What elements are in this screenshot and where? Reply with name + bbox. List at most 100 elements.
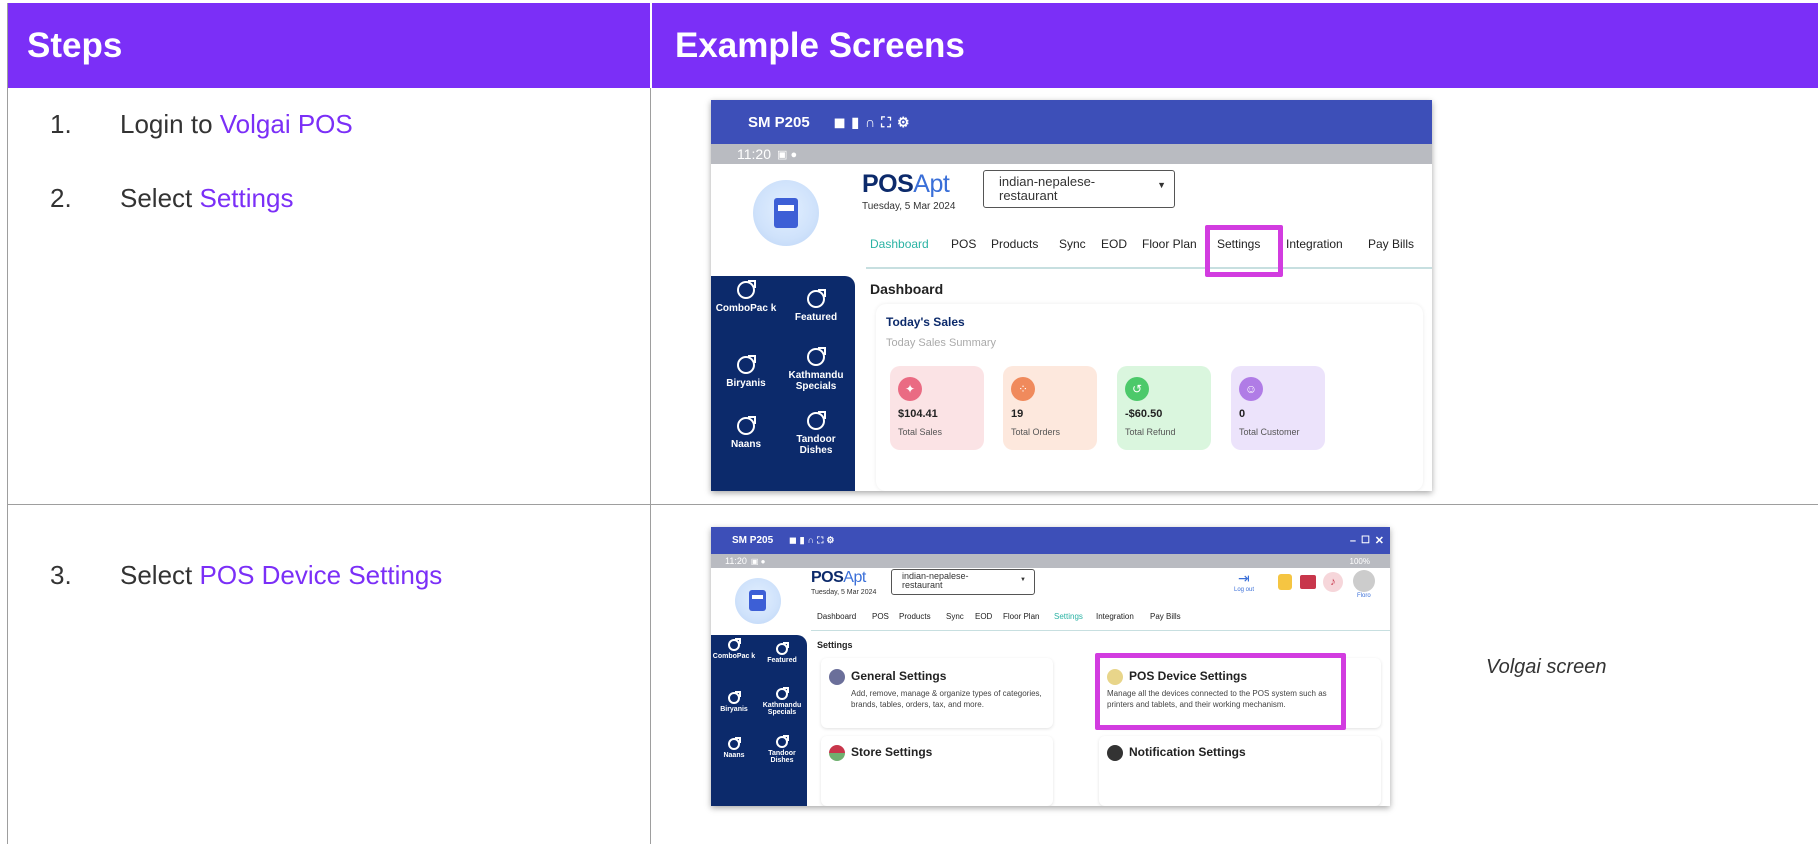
battery-level: 100% <box>1349 556 1370 566</box>
pie-chart-icon <box>728 737 741 750</box>
step-text: Select <box>120 560 200 590</box>
pie-chart-icon <box>776 735 789 748</box>
avatar[interactable] <box>1353 570 1375 592</box>
store-settings-card[interactable]: Store Settings <box>821 736 1053 806</box>
tab-pay-bills[interactable]: Pay Bills <box>1368 237 1414 251</box>
pie-chart-icon <box>728 638 741 651</box>
tab-products[interactable]: Products <box>991 237 1038 251</box>
category-featured[interactable]: Featured <box>759 642 805 664</box>
volgai-pos-link[interactable]: Volgai POS <box>220 109 353 139</box>
settings-screenshot: SM P205 ◼▮∩⛶⚙ – ☐ ✕ 11:20 ▣ ● 100% POSAp… <box>711 527 1390 806</box>
tab-products[interactable]: Products <box>899 612 931 621</box>
chevron-down-icon: ▼ <box>1157 180 1166 190</box>
pos-app-icon <box>753 180 819 246</box>
store-select[interactable]: indian-nepalese-restaurant ▼ <box>983 170 1175 208</box>
store-icon[interactable] <box>1300 575 1316 589</box>
category-combopack[interactable]: ComboPac k <box>712 638 756 660</box>
pie-chart-icon <box>776 687 789 700</box>
tab-dashboard[interactable]: Dashboard <box>817 612 856 621</box>
pie-chart-icon <box>807 289 826 308</box>
device-name: SM P205 <box>732 535 774 546</box>
pie-chart-icon <box>728 691 741 704</box>
tab-settings[interactable]: Settings <box>1054 612 1083 621</box>
fullscreen-icon[interactable]: ⛶ <box>881 114 897 130</box>
total-refund-value: -$60.50 <box>1125 408 1163 420</box>
bell-icon[interactable]: ♪ <box>1323 572 1343 592</box>
pie-chart-icon <box>737 416 756 435</box>
store-select-value: indian-nepalese-restaurant <box>999 174 1096 203</box>
settings-link[interactable]: Settings <box>200 183 294 213</box>
camera-icon[interactable]: ◼ <box>834 114 852 130</box>
tab-integration[interactable]: Integration <box>1286 237 1343 251</box>
section-title: Settings <box>817 640 853 650</box>
category-featured[interactable]: Featured <box>783 289 849 323</box>
general-settings-title: General Settings <box>851 669 947 683</box>
video-icon[interactable]: ▮ <box>851 114 865 130</box>
tab-integration[interactable]: Integration <box>1096 612 1134 621</box>
category-combopack[interactable]: ComboPac k <box>713 280 779 314</box>
general-settings-card[interactable]: General Settings Add, remove, manage & o… <box>821 658 1053 728</box>
toolbar-icons: ◼▮∩⛶⚙ <box>789 535 837 546</box>
tab-eod[interactable]: EOD <box>1101 237 1127 251</box>
tab-floor-plan[interactable]: Floor Plan <box>1142 237 1197 251</box>
tab-pay-bills[interactable]: Pay Bills <box>1150 612 1181 621</box>
category-biryanis[interactable]: Biryanis <box>712 691 756 713</box>
sales-icon: ✦ <box>898 377 922 401</box>
logout-icon[interactable]: ⇥ <box>1238 570 1250 587</box>
notification-settings-card[interactable]: Notification Settings <box>1099 736 1381 806</box>
tab-sync[interactable]: Sync <box>946 612 964 621</box>
store-settings-title: Store Settings <box>851 745 933 759</box>
category-kathmandu-specials[interactable]: Kathmandu Specials <box>759 687 805 716</box>
pos-device-settings-link[interactable]: POS Device Settings <box>200 560 443 590</box>
lock-icon[interactable] <box>1278 574 1292 590</box>
app-panel: POSApt Tuesday, 5 Mar 2024 indian-nepale… <box>711 164 1432 491</box>
close-icon[interactable]: ✕ <box>1375 534 1384 547</box>
total-orders-label: Total Orders <box>1011 427 1061 437</box>
tab-pos[interactable]: POS <box>951 237 976 251</box>
category-naans[interactable]: Naans <box>713 416 779 450</box>
tab-dashboard[interactable]: Dashboard <box>870 237 929 251</box>
category-biryanis[interactable]: Biryanis <box>713 355 779 389</box>
maximize-icon[interactable]: ☐ <box>1361 535 1370 546</box>
current-date: Tuesday, 5 Mar 2024 <box>862 201 956 212</box>
video-icon[interactable]: ▮ <box>800 535 808 545</box>
gear-icon[interactable]: ⚙ <box>897 114 916 130</box>
nav-underline <box>866 267 1432 269</box>
category-naans[interactable]: Naans <box>712 737 756 759</box>
pie-chart-icon <box>807 411 826 430</box>
device-name: SM P205 <box>748 113 810 131</box>
tab-eod[interactable]: EOD <box>975 612 992 621</box>
status-bar: 11:20 ▣ ● <box>711 144 1432 164</box>
category-tandoor-dishes[interactable]: Tandoor Dishes <box>783 411 849 456</box>
total-orders-card: ⁘ 19 Total Orders <box>1003 366 1097 450</box>
total-refund-label: Total Refund <box>1125 427 1176 437</box>
status-time: 11:20 <box>725 556 747 566</box>
minimize-icon[interactable]: – <box>1350 535 1356 547</box>
headset-icon[interactable]: ∩ <box>865 114 881 130</box>
logout-label: Log out <box>1234 587 1255 593</box>
headset-icon[interactable]: ∩ <box>808 535 818 545</box>
tab-sync[interactable]: Sync <box>1059 237 1086 251</box>
pie-chart-icon <box>776 642 789 655</box>
total-customer-card: ☺ 0 Total Customer <box>1231 366 1325 450</box>
pos-device-settings-highlight <box>1095 653 1346 730</box>
sales-title: Today's Sales <box>886 315 965 329</box>
store-select[interactable]: indian-nepalese-restaurant ▼ <box>891 569 1035 595</box>
tab-pos[interactable]: POS <box>872 612 889 621</box>
step-number: 2. <box>50 183 72 213</box>
refund-icon: ↺ <box>1125 377 1149 401</box>
category-tandoor-dishes[interactable]: Tandoor Dishes <box>759 735 805 764</box>
general-settings-desc: Add, remove, manage & organize types of … <box>851 689 1042 709</box>
dashboard-screenshot: SM P205 ◼▮∩⛶⚙ 11:20 ▣ ● POSApt Tuesday, … <box>711 100 1432 491</box>
category-kathmandu-specials[interactable]: Kathmandu Specials <box>783 347 849 392</box>
pos-app-icon <box>735 578 781 624</box>
gear-icon[interactable]: ⚙ <box>826 535 837 545</box>
tab-floor-plan[interactable]: Floor Plan <box>1003 612 1039 621</box>
camera-icon[interactable]: ◼ <box>789 535 799 545</box>
orders-icon: ⁘ <box>1011 377 1035 401</box>
fullscreen-icon[interactable]: ⛶ <box>817 535 826 545</box>
store-select-value: indian-nepalese-restaurant <box>902 571 969 591</box>
general-settings-icon <box>829 669 845 685</box>
toolbar-icons: ◼▮∩⛶⚙ <box>834 114 916 131</box>
sales-panel: Today's Sales Today Sales Summary ✦ $104… <box>876 304 1423 491</box>
